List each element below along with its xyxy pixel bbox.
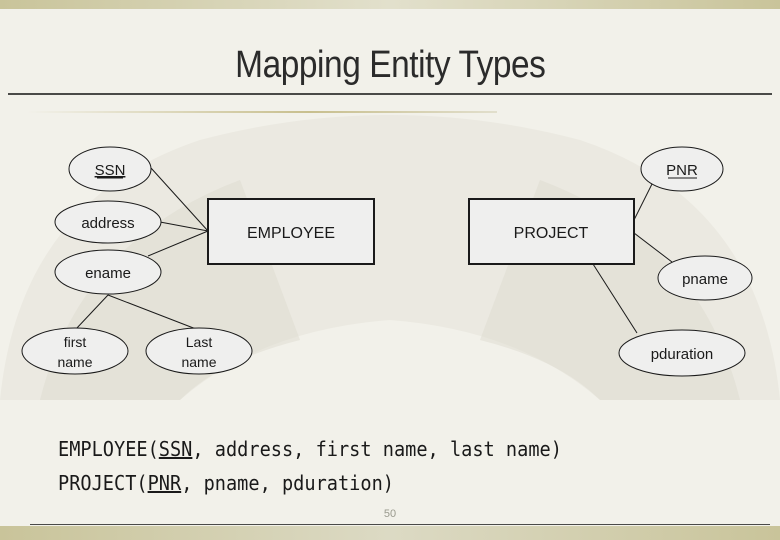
attribute-ssn-label: SSN [95, 162, 126, 179]
footer-rule [30, 524, 770, 525]
attribute-ssn[interactable]: SSN [68, 146, 152, 192]
line-ename-firstname [75, 294, 109, 330]
attribute-pnr[interactable]: PNR [640, 146, 724, 192]
relation-employee-name: EMPLOYEE [58, 437, 148, 461]
entity-employee[interactable]: EMPLOYEE [207, 198, 375, 265]
attribute-last-name[interactable]: Last name [145, 327, 253, 375]
attribute-first-name-line2: name [57, 354, 92, 370]
page-number: 50 [383, 508, 397, 520]
attribute-ename[interactable]: ename [54, 249, 162, 295]
attribute-pduration[interactable]: pduration [618, 329, 746, 377]
attribute-pname[interactable]: pname [657, 255, 753, 301]
entity-project-label: PROJECT [514, 225, 589, 242]
attribute-pduration-label: pduration [651, 346, 714, 363]
attribute-last-name-line1: Last [186, 334, 213, 350]
attribute-first-name-line1: first [64, 334, 87, 350]
relation-employee: EMPLOYEE(SSN, address, first name, last … [58, 437, 562, 461]
relation-project-key: PNR [147, 471, 182, 495]
attribute-address[interactable]: address [54, 200, 162, 244]
attribute-last-name-line2: name [181, 354, 216, 370]
relation-project-name: PROJECT [58, 471, 137, 495]
relation-project-attrs: , pname, pduration) [181, 471, 394, 495]
attribute-address-label: address [81, 215, 134, 232]
bottom-accent-bar [0, 526, 780, 540]
relation-project: PROJECT(PNR, pname, pduration) [58, 471, 394, 495]
line-ename-lastname [107, 294, 197, 330]
entity-project[interactable]: PROJECT [468, 198, 635, 265]
line-ename-employee [147, 230, 209, 257]
line-pduration-project [592, 263, 638, 334]
attribute-ename-label: ename [85, 265, 131, 282]
attribute-pname-label: pname [682, 271, 728, 288]
line-pname-project [633, 232, 673, 263]
entity-employee-label: EMPLOYEE [247, 225, 335, 242]
attribute-first-name[interactable]: first name [21, 327, 129, 375]
line-pnr-project [633, 183, 653, 221]
relation-employee-attrs: , address, first name, last name) [192, 437, 562, 461]
attribute-pnr-label: PNR [666, 162, 698, 179]
relation-employee-key: SSN [158, 437, 193, 461]
